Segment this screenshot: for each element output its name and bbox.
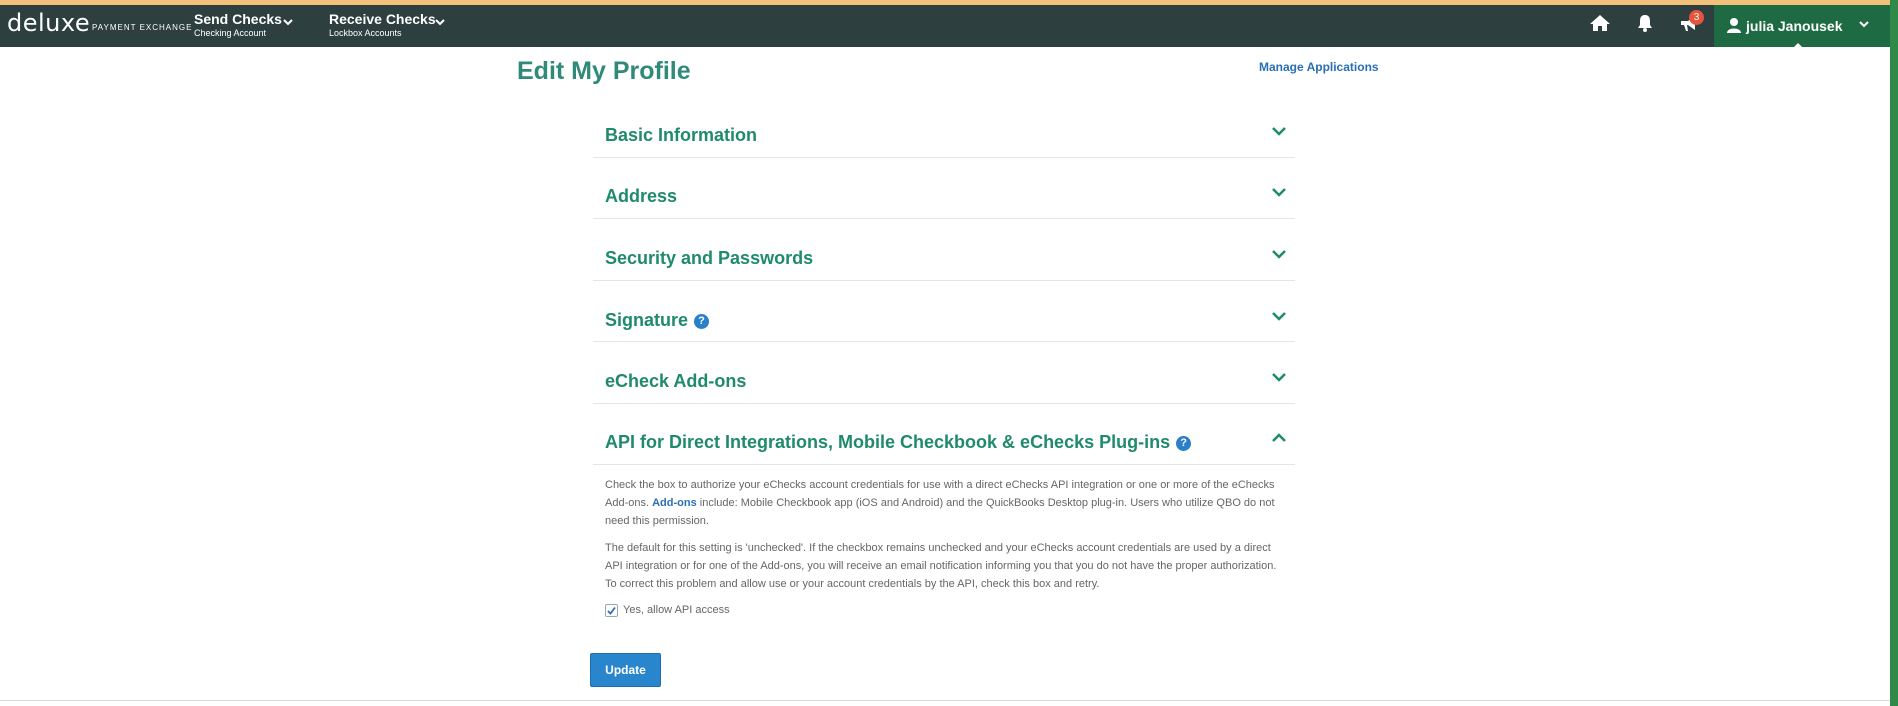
allow-api-access-checkbox[interactable] [605,604,618,617]
addons-link[interactable]: Add-ons [652,497,697,509]
section-address[interactable]: Address [593,158,1295,219]
help-icon[interactable]: ? [1176,436,1192,451]
section-signature[interactable]: Signature? [593,281,1295,342]
chevron-down-icon [1859,21,1869,28]
user-name: julia Janousek [1746,18,1843,34]
api-description-text-cont: include: Mobile Checkbook app (iOS and A… [605,497,1275,527]
section-title: Signature [605,310,689,330]
chevron-down-icon [283,19,293,26]
section-api-integrations[interactable]: API for Direct Integrations, Mobile Chec… [593,404,1295,465]
section-title-wrap: Signature? [605,310,710,331]
window-edge [1890,0,1898,706]
page-title: Edit My Profile [517,57,691,85]
nav-receive-checks-title: Receive Checks [329,11,436,27]
api-description-paragraph: Check the box to authorize your eChecks … [605,476,1285,530]
update-button[interactable]: Update [590,653,661,687]
notification-count-badge: 3 [1689,10,1704,25]
chevron-up-icon [1272,433,1286,442]
active-caret [1792,43,1804,49]
user-icon [1727,18,1741,33]
bell-icon[interactable] [1634,13,1656,33]
chevron-down-icon [1272,127,1286,136]
chevron-down-icon [1272,188,1286,197]
allow-api-access-label[interactable]: Yes, allow API access [623,604,730,616]
nav-receive-checks[interactable]: Receive Checks Lockbox Accounts [329,5,449,47]
nav-receive-checks-subtitle: Lockbox Accounts [329,28,402,38]
user-menu[interactable]: julia Janousek [1714,5,1890,49]
section-title: eCheck Add-ons [605,371,747,391]
chevron-down-icon [1272,373,1286,382]
section-security-and-passwords[interactable]: Security and Passwords [593,219,1295,281]
help-icon[interactable]: ? [694,314,710,329]
section-echeck-addons[interactable]: eCheck Add-ons [593,342,1295,404]
nav-send-checks-subtitle: Checking Account [194,28,267,38]
home-icon[interactable] [1589,13,1611,33]
chevron-down-icon [1272,250,1286,259]
chevron-down-icon [1272,312,1286,321]
logo-subtitle: PAYMENT EXCHANGE [92,23,193,32]
nav-send-checks[interactable]: Send Checks Checking Account [194,5,299,47]
section-title-wrap: API for Direct Integrations, Mobile Chec… [605,432,1192,453]
checkmark-icon [607,606,616,615]
nav-send-checks-title: Send Checks [194,11,282,27]
api-default-paragraph: The default for this setting is 'uncheck… [605,542,1277,590]
chevron-down-icon [435,19,445,26]
section-title: Basic Information [605,125,758,145]
manage-applications-link[interactable]: Manage Applications [1259,60,1379,74]
section-basic-information[interactable]: Basic Information [593,116,1295,158]
footer-divider [0,700,1890,701]
logo-text: deluxe [7,9,91,37]
section-title: API for Direct Integrations, Mobile Chec… [605,432,1171,452]
section-title: Security and Passwords [605,248,814,268]
section-title: Address [605,186,678,206]
